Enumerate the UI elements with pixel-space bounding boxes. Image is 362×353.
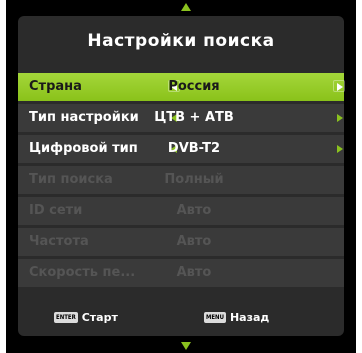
next-option-arrow-icon[interactable] — [337, 114, 343, 122]
scroll-up-arrow-icon[interactable] — [181, 3, 191, 11]
footer-hints: ENTER Старт MENU Назад — [18, 306, 344, 328]
setting-label: Страна — [29, 79, 82, 94]
settings-list: Страна Россия Тип настройки ЦТВ + АТВ Ци… — [18, 73, 345, 290]
setting-row-scan-type: Тип поиска Полный — [18, 166, 344, 194]
setting-value: DVB-T2 — [167, 141, 221, 156]
start-label: Старт — [81, 310, 118, 324]
back-label: Назад — [229, 310, 270, 324]
back-hint[interactable]: MENU Назад — [204, 306, 269, 328]
menu-key-icon: MENU — [204, 312, 226, 323]
setting-value: Россия — [168, 79, 220, 94]
setting-label: Тип поиска — [29, 172, 113, 187]
setting-value: Полный — [164, 172, 224, 187]
setting-label: Тип настройки — [29, 110, 139, 125]
setting-value: Авто — [176, 234, 212, 249]
setting-label: Скорость пе... — [29, 265, 136, 280]
setting-value: Авто — [176, 265, 212, 280]
setting-value: Авто — [176, 203, 212, 218]
start-hint[interactable]: ENTER Старт — [54, 306, 118, 328]
setting-row-country[interactable]: Страна Россия — [18, 73, 345, 101]
setting-value: ЦТВ + АТВ — [154, 110, 234, 125]
setting-label: ID сети — [29, 203, 83, 218]
search-settings-panel: Настройки поиска Страна Россия Тип настр… — [18, 16, 345, 336]
enter-key-icon: ENTER — [54, 312, 78, 323]
setting-label: Цифровой тип — [29, 141, 138, 156]
next-option-arrow-icon[interactable] — [337, 83, 343, 91]
setting-row-frequency: Частота Авто — [18, 228, 344, 256]
setting-row-digital-type[interactable]: Цифровой тип DVB-T2 — [18, 135, 344, 163]
setting-row-symbol-rate: Скорость пе... Авто — [18, 259, 344, 287]
scroll-down-arrow-icon[interactable] — [181, 342, 191, 350]
next-option-arrow-icon[interactable] — [337, 145, 343, 153]
page-title: Настройки поиска — [87, 31, 275, 51]
setting-row-tune-type[interactable]: Тип настройки ЦТВ + АТВ — [18, 104, 344, 132]
setting-label: Частота — [29, 234, 89, 249]
setting-row-network-id: ID сети Авто — [18, 197, 344, 225]
tv-screen: Настройки поиска Страна Россия Тип настр… — [6, 0, 356, 353]
